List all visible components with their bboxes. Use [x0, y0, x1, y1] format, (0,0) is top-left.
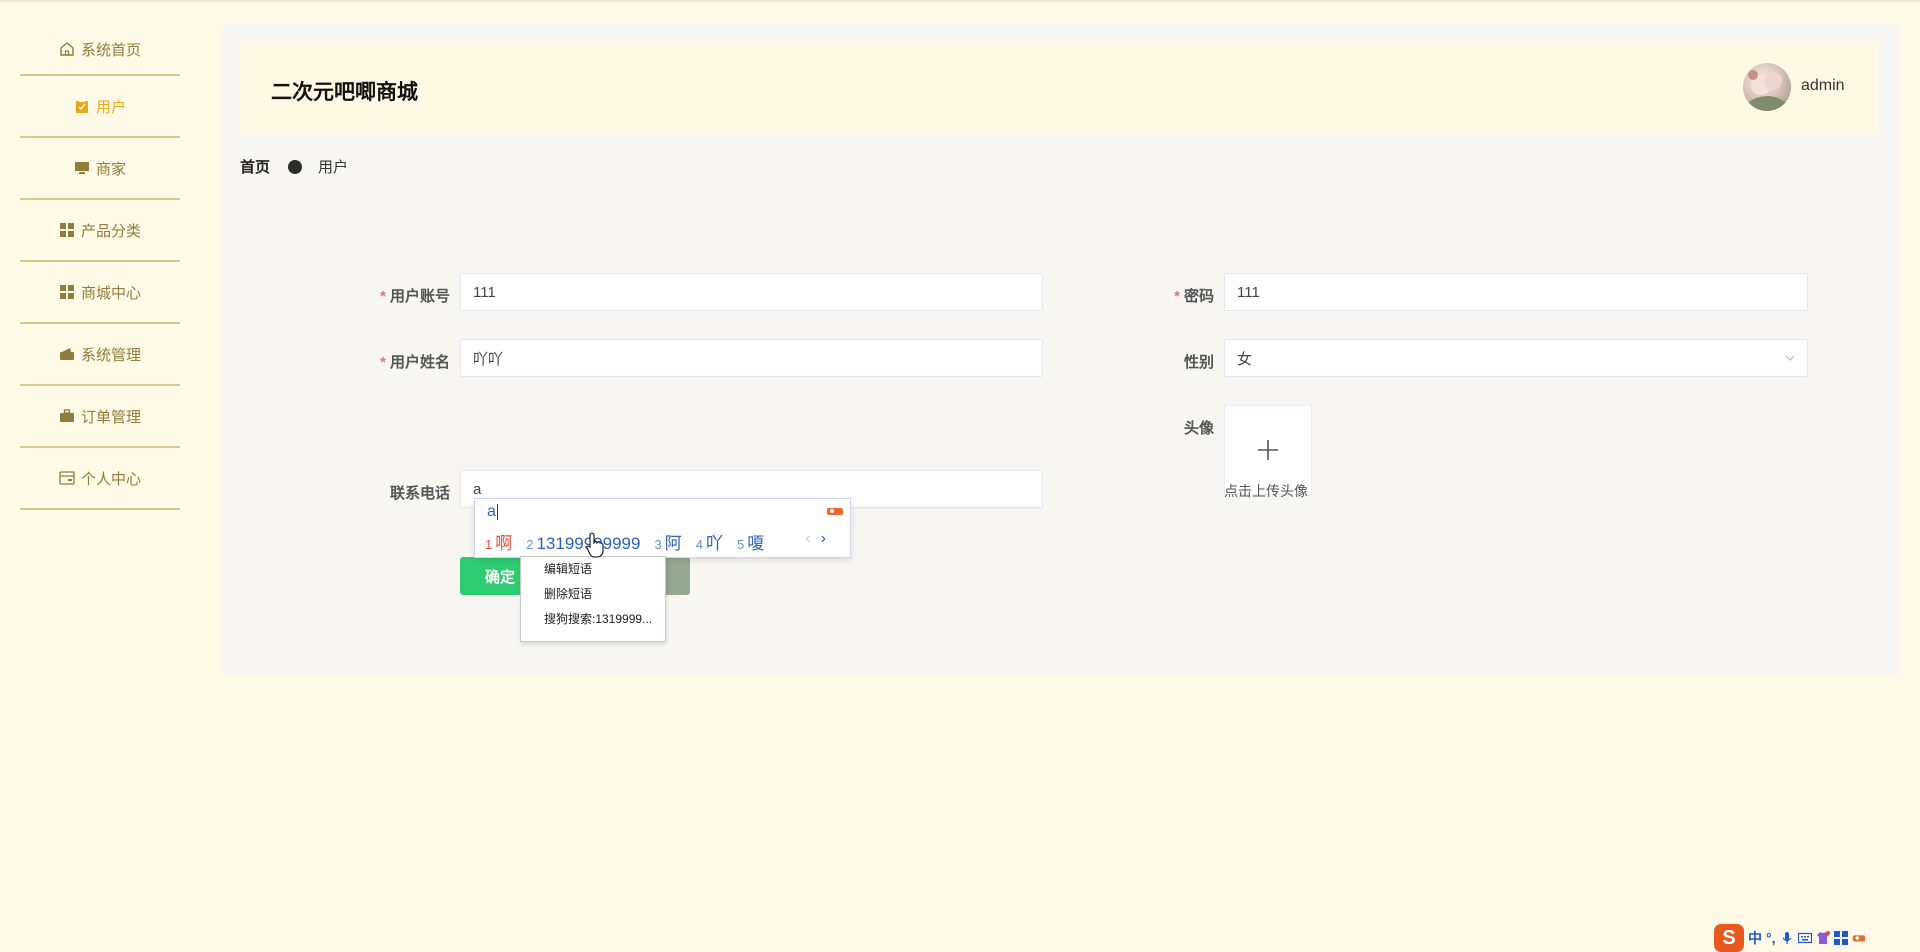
password-label: * 密码: [1174, 288, 1214, 305]
sidebar: 系统首页 用户 商家 产品分类 商城中心 系统管理 订单管理 个人中心: [20, 24, 180, 510]
username[interactable]: admin: [1801, 77, 1845, 95]
sidebar-item-label: 订单管理: [80, 408, 141, 426]
menu-item-delete-phrase[interactable]: 删除短语: [521, 582, 665, 607]
sidebar-item-merchant[interactable]: 商家: [20, 138, 180, 200]
sidebar-item-orders[interactable]: 订单管理: [20, 386, 180, 448]
ime-candidate[interactable]: 1啊: [485, 529, 512, 554]
account-input[interactable]: 111: [460, 273, 1043, 311]
sidebar-item-label: 系统首页: [80, 41, 141, 59]
avatar-label: 头像: [1183, 420, 1214, 437]
hand-cursor-icon: [586, 532, 604, 558]
ime-skin-icon: [827, 508, 843, 515]
top-border: [0, 0, 1920, 2]
ime-lang-toggle[interactable]: 中: [1748, 928, 1762, 948]
menu-item-sogou-search[interactable]: 搜狗搜索:1319999...: [521, 607, 665, 632]
sidebar-item-users[interactable]: 用户: [20, 76, 180, 138]
sidebar-item-categories[interactable]: 产品分类: [20, 200, 180, 262]
ime-candidate[interactable]: 2 13199999999: [526, 534, 640, 554]
ime-candidate[interactable]: 4吖: [696, 529, 723, 554]
sidebar-item-home[interactable]: 系统首页: [20, 24, 180, 76]
ime-page-nav: ‹ ›: [805, 530, 826, 548]
ime-composition: a: [487, 503, 498, 520]
sidebar-item-label: 商城中心: [80, 284, 141, 302]
grid-icon: [59, 222, 75, 238]
app-title: 二次元吧唧商城: [271, 81, 418, 104]
keyboard-icon[interactable]: [1797, 931, 1812, 945]
ime-toolbar: S 中 °,: [1714, 924, 1866, 952]
ime-candidate[interactable]: 3阿: [654, 529, 681, 554]
name-input[interactable]: 吖吖: [460, 339, 1043, 377]
plus-icon: [1258, 440, 1278, 460]
card-icon: [59, 470, 75, 486]
gender-label: 性别: [1183, 354, 1214, 371]
sidebar-item-label: 商家: [95, 160, 126, 178]
home-icon: [59, 41, 75, 57]
breadcrumb: 首页 用户: [240, 156, 348, 177]
microphone-icon[interactable]: [1780, 931, 1794, 945]
skin-shirt-icon[interactable]: [1816, 931, 1830, 945]
sidebar-item-label: 系统管理: [80, 346, 141, 364]
ime-punct-toggle[interactable]: °,: [1766, 930, 1776, 946]
briefcase-icon: [59, 408, 75, 424]
sidebar-item-label: 用户: [95, 98, 126, 116]
breadcrumb-separator: [288, 159, 303, 174]
monitor-icon: [74, 160, 90, 176]
chevron-down-icon: [1785, 355, 1795, 361]
ime-prev-button[interactable]: ‹: [805, 530, 810, 547]
context-menu: 编辑短语 删除短语 搜狗搜索:1319999...: [520, 556, 666, 642]
sidebar-item-profile[interactable]: 个人中心: [20, 448, 180, 510]
name-label: * 用户姓名: [380, 354, 450, 371]
sidebar-item-system[interactable]: 系统管理: [20, 324, 180, 386]
required-mark: *: [380, 288, 386, 305]
mascot-icon[interactable]: [1852, 931, 1866, 945]
ime-next-button[interactable]: ›: [821, 530, 826, 547]
breadcrumb-home[interactable]: 首页: [240, 156, 270, 177]
required-mark: *: [1174, 288, 1180, 305]
account-label: * 用户账号: [380, 288, 450, 305]
clipboard-icon: [74, 98, 90, 114]
sogou-logo-icon[interactable]: S: [1714, 924, 1744, 952]
gender-select[interactable]: 女: [1224, 339, 1808, 377]
ime-candidate-window: a 1啊 2 13199999999 3阿 4吖 5嗄 ‹ ›: [474, 498, 851, 558]
grid-icon: [59, 284, 75, 300]
sidebar-item-label: 产品分类: [80, 222, 141, 240]
avatar[interactable]: [1743, 63, 1791, 111]
phone-label: 联系电话: [389, 485, 450, 502]
gender-value: 女: [1237, 350, 1253, 368]
header-bar: 二次元吧唧商城 admin: [239, 42, 1879, 134]
ime-candidate-list: 1啊 2 13199999999 3阿 4吖 5嗄: [485, 529, 778, 554]
breadcrumb-current: 用户: [318, 159, 349, 176]
menu-item-edit-phrase[interactable]: 编辑短语: [521, 557, 665, 582]
ime-candidate[interactable]: 5嗄: [737, 529, 764, 554]
sidebar-item-label: 个人中心: [80, 470, 141, 488]
toolbox-grid-icon[interactable]: [1833, 931, 1848, 945]
sidebar-item-mall[interactable]: 商城中心: [20, 262, 180, 324]
required-mark: *: [380, 354, 386, 371]
password-input[interactable]: 111: [1224, 273, 1808, 311]
upload-hint: 点击上传头像: [1224, 483, 1308, 499]
wallet-icon: [59, 346, 75, 362]
